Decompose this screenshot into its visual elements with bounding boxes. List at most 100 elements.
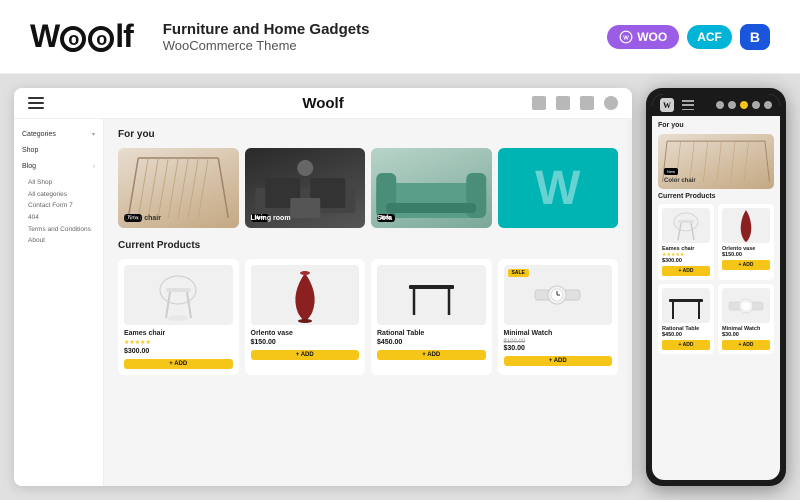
for-you-card-chair[interactable]: New Color chair: [118, 148, 239, 228]
cart-icon[interactable]: [580, 96, 594, 110]
product-card-vase: Orlento vase $150.00 + ADD: [245, 259, 366, 375]
sidebar-item-categories[interactable]: Categories ▾: [22, 129, 95, 140]
sidebar-item-all-categories[interactable]: All categories: [28, 189, 95, 201]
product-img-watch: SALE: [504, 265, 613, 325]
for-you-cards: New Color chair New Living room: [118, 148, 618, 228]
product-price-table: $450.00: [377, 339, 486, 346]
burger-menu[interactable]: [28, 97, 44, 109]
account-icon[interactable]: [556, 96, 570, 110]
mockup-topbar: Woolf: [14, 88, 632, 119]
sidebar-item-shop[interactable]: Shop: [22, 145, 95, 156]
mobile-product-chair: Eames chair ★★★★★ $300.00 + ADD: [658, 204, 714, 280]
header-subtitle: WooCommerce Theme: [163, 38, 577, 53]
mobile-burger[interactable]: [682, 100, 694, 110]
table-product-img: [404, 270, 459, 320]
w-letter: W: [535, 161, 580, 216]
product-name-table: Rational Table: [377, 330, 486, 337]
mobile-hero-badge: New: [664, 168, 678, 175]
mobile-add-watch-button[interactable]: + ADD: [722, 340, 770, 350]
mobile-topbar-icons: [716, 101, 772, 109]
mobile-mockup: W For you: [646, 88, 786, 486]
brand-logo: Woolf: [30, 18, 133, 55]
header-title: Furniture and Home Gadgets: [163, 21, 577, 38]
chair-product-img: [156, 268, 201, 323]
product-card-eames: Eames chair ★★★★★ $300.00 + ADD: [118, 259, 239, 375]
sofa-card-label: Sofa: [377, 215, 392, 222]
mobile-current-title: Current Products: [658, 193, 774, 200]
current-products-title: Current Products: [118, 240, 618, 251]
chair-card-label: Color chair: [124, 215, 161, 222]
mobile-cart-icon[interactable]: [740, 101, 748, 109]
header-badges: W WOO ACF B: [607, 24, 770, 50]
product-name-eames: Eames chair: [124, 330, 233, 337]
acf-badge: ACF: [687, 25, 732, 49]
sidebar: Categories ▾ Shop Blog › All Shop All ca…: [14, 119, 104, 486]
product-price-eames: $300.00: [124, 348, 233, 355]
add-vase-button[interactable]: + ADD: [251, 350, 360, 360]
mobile-product-img-chair: [662, 208, 710, 243]
mobile-product-table: Rational Table $450.00 + ADD: [658, 284, 714, 354]
mobile-hero-label: Color chair: [664, 178, 696, 184]
mobile-search-icon[interactable]: [716, 101, 724, 109]
living-card-label: Living room: [251, 215, 291, 222]
mobile-vase-img: [737, 208, 755, 243]
mobile-logo-icon: W: [660, 98, 674, 112]
mockup-nav-icons: [532, 96, 618, 110]
mobile-product-img-vase: [722, 208, 770, 243]
add-watch-button[interactable]: + ADD: [504, 356, 613, 366]
woo-icon: W: [619, 30, 633, 44]
product-name-watch: Minimal Watch: [504, 330, 613, 337]
mobile-menu-icon[interactable]: [764, 101, 772, 109]
mobile-body: For you New Color chai: [652, 116, 780, 480]
mobile-product-vase: Orlento vase $150.00 + ADD: [718, 204, 774, 280]
mobile-products-grid: Eames chair ★★★★★ $300.00 + ADD Orlento …: [658, 204, 774, 354]
add-table-button[interactable]: + ADD: [377, 350, 486, 360]
for-you-title: For you: [118, 129, 618, 140]
mobile-watch-img: [727, 292, 765, 320]
woo-badge: W WOO: [607, 25, 679, 49]
sidebar-item-contact[interactable]: Contact Form 7: [28, 200, 95, 212]
desktop-mockup: Woolf Categories ▾ Shop Blog: [14, 88, 632, 486]
sidebar-item-404[interactable]: 404: [28, 212, 95, 224]
watch-product-img: [530, 275, 585, 315]
mobile-for-you-title: For you: [658, 122, 774, 129]
mobile-price-chair: $300.00: [662, 258, 710, 264]
product-img-chair: [124, 265, 233, 325]
products-grid: Eames chair ★★★★★ $300.00 + ADD: [118, 259, 618, 375]
chevron-right-icon: ›: [93, 164, 95, 170]
mobile-price-vase: $150.00: [722, 252, 770, 258]
mobile-hero-card[interactable]: New Color chair: [658, 134, 774, 189]
sidebar-item-all-shop[interactable]: All Shop: [28, 177, 95, 189]
mobile-add-vase-button[interactable]: + ADD: [722, 260, 770, 270]
sidebar-item-terms[interactable]: Terms and Conditions: [28, 224, 95, 236]
mobile-add-chair-button[interactable]: + ADD: [662, 266, 710, 276]
for-you-card-sofa[interactable]: New Sofa: [371, 148, 492, 228]
mobile-table-img: [667, 291, 705, 321]
main-area: Woolf Categories ▾ Shop Blog: [0, 74, 800, 500]
sidebar-item-about[interactable]: About: [28, 235, 95, 247]
header-description: Furniture and Home Gadgets WooCommerce T…: [163, 21, 577, 53]
sidebar-item-blog[interactable]: Blog ›: [22, 161, 95, 172]
product-card-watch: SALE Minimal Watch $100.00 $30.00: [498, 259, 619, 375]
product-card-table: Rational Table $450.00 + ADD: [371, 259, 492, 375]
mobile-price-table: $450.00: [662, 332, 710, 338]
sidebar-categories-label: Categories: [22, 131, 56, 138]
top-header: Woolf Furniture and Home Gadgets WooComm…: [0, 0, 800, 74]
mobile-nav-icon[interactable]: [728, 101, 736, 109]
mobile-chair-img: [672, 208, 700, 243]
product-name-vase: Orlento vase: [251, 330, 360, 337]
for-you-card-w[interactable]: W: [498, 148, 619, 228]
for-you-card-living[interactable]: New Living room: [245, 148, 366, 228]
mockup-body: Categories ▾ Shop Blog › All Shop All ca…: [14, 119, 632, 486]
mobile-add-table-button[interactable]: + ADD: [662, 340, 710, 350]
svg-text:W: W: [623, 35, 629, 41]
mobile-price-watch: $30.00: [722, 332, 770, 338]
user-icon[interactable]: [604, 96, 618, 110]
search-icon[interactable]: [532, 96, 546, 110]
mockup-content: For you: [104, 119, 632, 486]
mobile-product-img-watch: [722, 288, 770, 323]
product-price-vase: $150.00: [251, 339, 360, 346]
mobile-screen: W For you: [652, 94, 780, 480]
mobile-user-icon[interactable]: [752, 101, 760, 109]
add-eames-button[interactable]: + ADD: [124, 359, 233, 369]
